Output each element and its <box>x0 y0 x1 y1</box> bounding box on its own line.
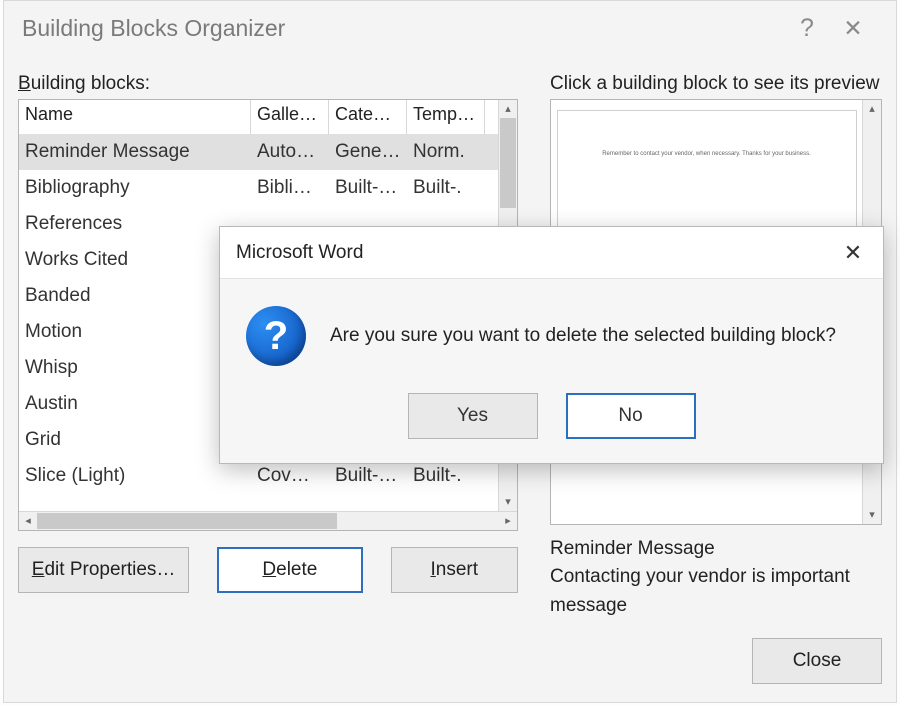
help-icon[interactable]: ? <box>784 14 830 43</box>
insert-button[interactable]: Insert <box>391 547 518 593</box>
column-header-category[interactable]: Cate… <box>329 100 407 134</box>
table-cell-name: Grid <box>19 429 251 451</box>
table-cell-gallery: Bibli… <box>251 177 329 199</box>
preview-description: Contacting your vendor is important mess… <box>550 563 882 620</box>
column-headers: Name Galle… Cate… Temp… <box>19 100 498 134</box>
modal-buttons: Yes No <box>220 393 883 463</box>
table-cell-name: Motion <box>19 321 251 343</box>
preview-label: Click a building block to see its previe… <box>550 73 882 95</box>
close-button[interactable]: Close <box>752 638 882 684</box>
list-horizontal-scrollbar[interactable]: ◂ ▸ <box>19 511 517 530</box>
question-icon: ? <box>246 306 306 366</box>
modal-body: ? Are you sure you want to delete the se… <box>220 279 883 393</box>
table-cell-name: Banded <box>19 285 251 307</box>
table-cell-name: Works Cited <box>19 249 251 271</box>
table-cell-gallery: Auto… <box>251 141 329 163</box>
preview-name: Reminder Message <box>550 535 882 564</box>
table-cell-template: Built-. <box>407 465 485 487</box>
no-button[interactable]: No <box>566 393 696 439</box>
modal-title: Microsoft Word <box>236 242 833 264</box>
close-icon[interactable]: ✕ <box>830 15 876 42</box>
preview-info: Reminder Message Contacting your vendor … <box>550 535 882 621</box>
scroll-up-icon[interactable]: ▴ <box>499 100 517 118</box>
dialog-titlebar: Building Blocks Organizer ? ✕ <box>4 1 896 55</box>
edit-properties-button[interactable]: Edit Properties… <box>18 547 189 593</box>
table-row[interactable]: BibliographyBibli…Built-…Built-. <box>19 170 498 206</box>
building-blocks-label: Building blocks: <box>18 73 518 95</box>
table-cell-name: Bibliography <box>19 177 251 199</box>
table-cell-template: Built-. <box>407 177 485 199</box>
column-header-name[interactable]: Name <box>19 100 251 134</box>
scroll-down-icon[interactable]: ▾ <box>499 493 517 511</box>
dialog-footer: Close <box>4 638 896 702</box>
scroll-left-icon[interactable]: ◂ <box>19 512 37 530</box>
modal-titlebar: Microsoft Word ✕ <box>220 227 883 279</box>
table-cell-category: Gene… <box>329 141 407 163</box>
scroll-down-icon[interactable]: ▾ <box>863 506 881 524</box>
yes-button[interactable]: Yes <box>408 393 538 439</box>
table-cell-name: References <box>19 213 251 235</box>
table-cell-name: Slice (Light) <box>19 465 251 487</box>
modal-message: Are you sure you want to delete the sele… <box>330 325 836 347</box>
column-header-template[interactable]: Temp… <box>407 100 485 134</box>
table-row[interactable]: Reminder MessageAuto…Gene…Norm. <box>19 134 498 170</box>
dialog-title: Building Blocks Organizer <box>22 15 784 42</box>
table-cell-name: Austin <box>19 393 251 415</box>
scroll-up-icon[interactable]: ▴ <box>863 100 881 118</box>
confirm-delete-dialog: Microsoft Word ✕ ? Are you sure you want… <box>219 226 884 464</box>
scroll-thumb[interactable] <box>500 118 516 208</box>
table-cell-name: Reminder Message <box>19 141 251 163</box>
column-header-gallery[interactable]: Galle… <box>251 100 329 134</box>
scroll-right-icon[interactable]: ▸ <box>499 512 517 530</box>
table-cell-template: Norm. <box>407 141 485 163</box>
table-cell-category: Built-… <box>329 177 407 199</box>
modal-close-icon[interactable]: ✕ <box>833 240 873 266</box>
table-cell-name: Whisp <box>19 357 251 379</box>
hscroll-thumb[interactable] <box>37 513 337 529</box>
delete-button[interactable]: Delete <box>217 547 362 593</box>
table-cell-category: Built-… <box>329 465 407 487</box>
list-action-buttons: Edit Properties… Delete Insert <box>18 547 518 593</box>
preview-document-text: Remember to contact your vendor, when ne… <box>588 151 826 157</box>
table-cell-gallery: Cov… <box>251 465 329 487</box>
